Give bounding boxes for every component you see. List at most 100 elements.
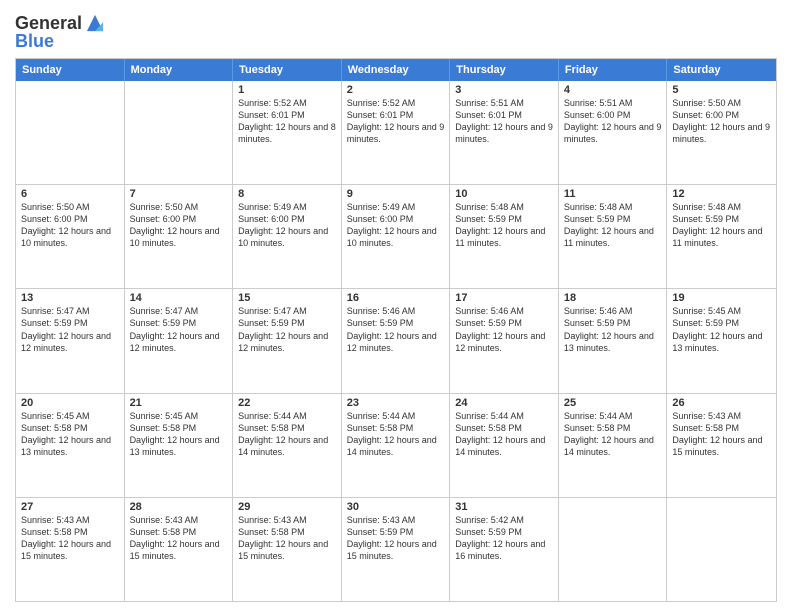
- day-number: 22: [238, 397, 336, 409]
- empty-cell: [667, 498, 776, 601]
- day-cell-3: 3Sunrise: 5:51 AM Sunset: 6:01 PM Daylig…: [450, 81, 559, 184]
- day-number: 26: [672, 397, 771, 409]
- day-cell-18: 18Sunrise: 5:46 AM Sunset: 5:59 PM Dayli…: [559, 289, 668, 392]
- day-number: 1: [238, 84, 336, 96]
- day-info: Sunrise: 5:50 AM Sunset: 6:00 PM Dayligh…: [672, 97, 771, 146]
- day-number: 12: [672, 188, 771, 200]
- day-cell-19: 19Sunrise: 5:45 AM Sunset: 5:59 PM Dayli…: [667, 289, 776, 392]
- day-cell-4: 4Sunrise: 5:51 AM Sunset: 6:00 PM Daylig…: [559, 81, 668, 184]
- day-number: 11: [564, 188, 662, 200]
- day-cell-5: 5Sunrise: 5:50 AM Sunset: 6:00 PM Daylig…: [667, 81, 776, 184]
- header-day-thursday: Thursday: [450, 59, 559, 81]
- day-number: 19: [672, 292, 771, 304]
- day-info: Sunrise: 5:45 AM Sunset: 5:59 PM Dayligh…: [672, 305, 771, 354]
- header-day-wednesday: Wednesday: [342, 59, 451, 81]
- calendar-row-3: 20Sunrise: 5:45 AM Sunset: 5:58 PM Dayli…: [16, 393, 776, 497]
- day-info: Sunrise: 5:48 AM Sunset: 5:59 PM Dayligh…: [564, 201, 662, 250]
- day-info: Sunrise: 5:44 AM Sunset: 5:58 PM Dayligh…: [347, 410, 445, 459]
- header-day-tuesday: Tuesday: [233, 59, 342, 81]
- day-cell-12: 12Sunrise: 5:48 AM Sunset: 5:59 PM Dayli…: [667, 185, 776, 288]
- day-number: 28: [130, 501, 228, 513]
- day-info: Sunrise: 5:52 AM Sunset: 6:01 PM Dayligh…: [347, 97, 445, 146]
- day-cell-31: 31Sunrise: 5:42 AM Sunset: 5:59 PM Dayli…: [450, 498, 559, 601]
- header-day-sunday: Sunday: [16, 59, 125, 81]
- logo: General Blue: [15, 14, 106, 52]
- day-info: Sunrise: 5:43 AM Sunset: 5:58 PM Dayligh…: [672, 410, 771, 459]
- day-number: 7: [130, 188, 228, 200]
- calendar-row-4: 27Sunrise: 5:43 AM Sunset: 5:58 PM Dayli…: [16, 497, 776, 601]
- day-info: Sunrise: 5:47 AM Sunset: 5:59 PM Dayligh…: [238, 305, 336, 354]
- day-cell-8: 8Sunrise: 5:49 AM Sunset: 6:00 PM Daylig…: [233, 185, 342, 288]
- day-number: 2: [347, 84, 445, 96]
- day-cell-26: 26Sunrise: 5:43 AM Sunset: 5:58 PM Dayli…: [667, 394, 776, 497]
- day-cell-27: 27Sunrise: 5:43 AM Sunset: 5:58 PM Dayli…: [16, 498, 125, 601]
- day-info: Sunrise: 5:46 AM Sunset: 5:59 PM Dayligh…: [564, 305, 662, 354]
- calendar-header: SundayMondayTuesdayWednesdayThursdayFrid…: [16, 59, 776, 81]
- day-info: Sunrise: 5:52 AM Sunset: 6:01 PM Dayligh…: [238, 97, 336, 146]
- day-number: 21: [130, 397, 228, 409]
- day-cell-7: 7Sunrise: 5:50 AM Sunset: 6:00 PM Daylig…: [125, 185, 234, 288]
- day-info: Sunrise: 5:45 AM Sunset: 5:58 PM Dayligh…: [130, 410, 228, 459]
- logo-text-blue: Blue: [15, 32, 54, 52]
- day-number: 9: [347, 188, 445, 200]
- day-cell-28: 28Sunrise: 5:43 AM Sunset: 5:58 PM Dayli…: [125, 498, 234, 601]
- day-cell-9: 9Sunrise: 5:49 AM Sunset: 6:00 PM Daylig…: [342, 185, 451, 288]
- day-info: Sunrise: 5:51 AM Sunset: 6:01 PM Dayligh…: [455, 97, 553, 146]
- day-info: Sunrise: 5:49 AM Sunset: 6:00 PM Dayligh…: [238, 201, 336, 250]
- day-info: Sunrise: 5:44 AM Sunset: 5:58 PM Dayligh…: [564, 410, 662, 459]
- day-number: 27: [21, 501, 119, 513]
- page-header: General Blue: [15, 10, 777, 52]
- day-cell-24: 24Sunrise: 5:44 AM Sunset: 5:58 PM Dayli…: [450, 394, 559, 497]
- calendar-row-1: 6Sunrise: 5:50 AM Sunset: 6:00 PM Daylig…: [16, 184, 776, 288]
- day-number: 24: [455, 397, 553, 409]
- day-number: 15: [238, 292, 336, 304]
- day-number: 25: [564, 397, 662, 409]
- day-info: Sunrise: 5:50 AM Sunset: 6:00 PM Dayligh…: [130, 201, 228, 250]
- day-number: 23: [347, 397, 445, 409]
- calendar: SundayMondayTuesdayWednesdayThursdayFrid…: [15, 58, 777, 602]
- day-info: Sunrise: 5:43 AM Sunset: 5:58 PM Dayligh…: [130, 514, 228, 563]
- day-number: 13: [21, 292, 119, 304]
- day-cell-6: 6Sunrise: 5:50 AM Sunset: 6:00 PM Daylig…: [16, 185, 125, 288]
- day-info: Sunrise: 5:43 AM Sunset: 5:58 PM Dayligh…: [21, 514, 119, 563]
- day-number: 5: [672, 84, 771, 96]
- calendar-row-0: 1Sunrise: 5:52 AM Sunset: 6:01 PM Daylig…: [16, 81, 776, 184]
- day-cell-30: 30Sunrise: 5:43 AM Sunset: 5:59 PM Dayli…: [342, 498, 451, 601]
- day-info: Sunrise: 5:46 AM Sunset: 5:59 PM Dayligh…: [455, 305, 553, 354]
- day-info: Sunrise: 5:46 AM Sunset: 5:59 PM Dayligh…: [347, 305, 445, 354]
- day-number: 31: [455, 501, 553, 513]
- day-cell-14: 14Sunrise: 5:47 AM Sunset: 5:59 PM Dayli…: [125, 289, 234, 392]
- day-cell-20: 20Sunrise: 5:45 AM Sunset: 5:58 PM Dayli…: [16, 394, 125, 497]
- calendar-row-2: 13 Sunrise: 5:47 AM Sunset: 5:59 PM Dayli…: [16, 288, 776, 392]
- day-number: 16: [347, 292, 445, 304]
- day-number: 6: [21, 188, 119, 200]
- calendar-body: 1Sunrise: 5:52 AM Sunset: 6:01 PM Daylig…: [16, 81, 776, 601]
- day-cell-10: 10Sunrise: 5:48 AM Sunset: 5:59 PM Dayli…: [450, 185, 559, 288]
- day-number: 10: [455, 188, 553, 200]
- day-cell-23: 23Sunrise: 5:44 AM Sunset: 5:58 PM Dayli…: [342, 394, 451, 497]
- logo-icon: [84, 12, 106, 34]
- day-number: 18: [564, 292, 662, 304]
- day-info: Sunrise: 5:49 AM Sunset: 6:00 PM Dayligh…: [347, 201, 445, 250]
- header-day-monday: Monday: [125, 59, 234, 81]
- day-cell-16: 16Sunrise: 5:46 AM Sunset: 5:59 PM Dayli…: [342, 289, 451, 392]
- day-info: Sunrise: 5:43 AM Sunset: 5:58 PM Dayligh…: [238, 514, 336, 563]
- day-info: Sunrise: 5:50 AM Sunset: 6:00 PM Dayligh…: [21, 201, 119, 250]
- day-info: Sunrise: 5:44 AM Sunset: 5:58 PM Dayligh…: [238, 410, 336, 459]
- day-number: 30: [347, 501, 445, 513]
- day-info: Sunrise: 5:48 AM Sunset: 5:59 PM Dayligh…: [672, 201, 771, 250]
- day-number: 3: [455, 84, 553, 96]
- day-info: Sunrise: 5:44 AM Sunset: 5:58 PM Dayligh…: [455, 410, 553, 459]
- day-cell-21: 21Sunrise: 5:45 AM Sunset: 5:58 PM Dayli…: [125, 394, 234, 497]
- day-info: Sunrise: 5:47 AM Sunset: 5:59 PM Dayligh…: [130, 305, 228, 354]
- day-info: Sunrise: 5:43 AM Sunset: 5:59 PM Dayligh…: [347, 514, 445, 563]
- empty-cell: [16, 81, 125, 184]
- day-cell-29: 29Sunrise: 5:43 AM Sunset: 5:58 PM Dayli…: [233, 498, 342, 601]
- day-cell-1: 1Sunrise: 5:52 AM Sunset: 6:01 PM Daylig…: [233, 81, 342, 184]
- day-cell-22: 22Sunrise: 5:44 AM Sunset: 5:58 PM Dayli…: [233, 394, 342, 497]
- day-cell-13: 13Sunrise: 5:47 AM Sunset: 5:59 PM Dayli…: [16, 289, 125, 392]
- day-number: 20: [21, 397, 119, 409]
- day-number: 8: [238, 188, 336, 200]
- day-info: Sunrise: 5:45 AM Sunset: 5:58 PM Dayligh…: [21, 410, 119, 459]
- header-day-friday: Friday: [559, 59, 668, 81]
